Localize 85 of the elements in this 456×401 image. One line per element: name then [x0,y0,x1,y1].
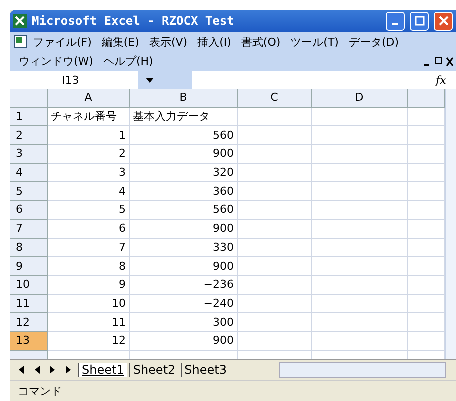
table-cell: 330 [130,238,238,258]
close-button[interactable] [434,12,453,30]
status-text: コマンド [18,384,62,398]
row-header[interactable]: 3 [10,145,48,164]
menu-item[interactable]: 挿入(I) [192,34,236,51]
sheet-tab[interactable]: Sheet3 [180,363,230,377]
close-icon [438,16,448,26]
horizontal-scrollbar[interactable] [279,362,446,378]
workbook-icon[interactable] [14,35,28,49]
table-cell [408,257,445,276]
row-header[interactable]: 6 [10,201,48,220]
maximize-button[interactable] [410,12,429,30]
table-cell: 300 [130,313,238,332]
table-cell: 9 [48,276,130,295]
column-header[interactable]: B [130,89,238,108]
table-cell: −240 [130,294,238,314]
corner-cell[interactable] [10,89,48,108]
menu-item[interactable]: ウィンドウ(W) [14,53,98,70]
table-cell: 11 [48,313,130,332]
table-cell [408,182,445,202]
name-box[interactable]: I13 [10,71,138,89]
table-cell: 10 [48,294,130,314]
vertical-scrollbar[interactable] [445,89,456,359]
dropdown-arrow-icon[interactable] [146,78,154,82]
table-cell: 5 [48,201,130,220]
menu-item[interactable]: 書式(O) [236,34,286,51]
table-cell: チャネル番号 [48,108,130,126]
row-header[interactable]: 8 [10,238,48,258]
table-cell: 2 [48,145,130,164]
row-header[interactable]: 2 [10,126,48,146]
table-cell: 7 [48,238,130,258]
column-header[interactable]: C [238,89,312,108]
table-cell: 6 [48,220,130,238]
table-cell: 560 [130,126,238,146]
table-cell: −236 [130,276,238,295]
row-header[interactable]: 5 [10,182,48,202]
table-cell: 12 [48,332,130,351]
column-header[interactable]: D [312,89,408,108]
table-cell [408,332,445,351]
table-cell [408,108,445,126]
row-header[interactable]: 10 [10,276,48,295]
table-cell [408,276,445,295]
table-cell [408,220,445,238]
row-header[interactable]: 12 [10,313,48,332]
window-title: Microsoft Excel - RZOCX Test [32,14,236,28]
row-header[interactable]: 13 [10,332,48,351]
maximize-icon [414,16,424,26]
table-cell [408,201,445,220]
formula-field[interactable] [192,71,456,89]
table-cell [408,294,445,314]
table-cell: 3 [48,164,130,182]
excel-icon [13,14,27,28]
table-cell [408,164,445,182]
table-cell: 560 [130,201,238,220]
table-cell: 900 [130,220,238,238]
table-cell: 900 [130,145,238,164]
table-cell [408,126,445,146]
table-cell [408,313,445,332]
table-cell: 320 [130,164,238,182]
row-header[interactable]: 7 [10,220,48,238]
row-header[interactable]: 4 [10,164,48,182]
table-cell: 360 [130,182,238,202]
menu-item[interactable]: 表示(V) [144,34,193,51]
sheet-tab[interactable]: Sheet2 [129,363,179,377]
table-cell: 900 [130,257,238,276]
row-header[interactable]: 11 [10,294,48,314]
menu-item[interactable]: データ(D) [344,34,404,51]
table-cell [408,238,445,258]
table-cell: 1 [48,126,130,146]
table-cell: 900 [130,332,238,351]
window-controls-icon[interactable] [424,57,454,67]
sheet-tab[interactable]: Sheet1 [78,363,128,377]
menu-item[interactable]: ヘルプ(H) [98,53,158,70]
table-cell: 8 [48,257,130,276]
menu-item[interactable]: ファイル(F) [28,34,97,51]
menu-item[interactable]: 編集(E) [96,34,144,51]
function-label[interactable]: fx [436,74,456,86]
row-header[interactable]: 9 [10,257,48,276]
menu-item[interactable]: ツール(T) [286,34,344,51]
table-cell: 4 [48,182,130,202]
table-cell: 基本入力データ [130,108,238,126]
row-header[interactable]: 1 [10,108,48,126]
minimize-button[interactable] [386,12,405,30]
column-header[interactable]: A [48,89,130,108]
table-cell [408,145,445,164]
